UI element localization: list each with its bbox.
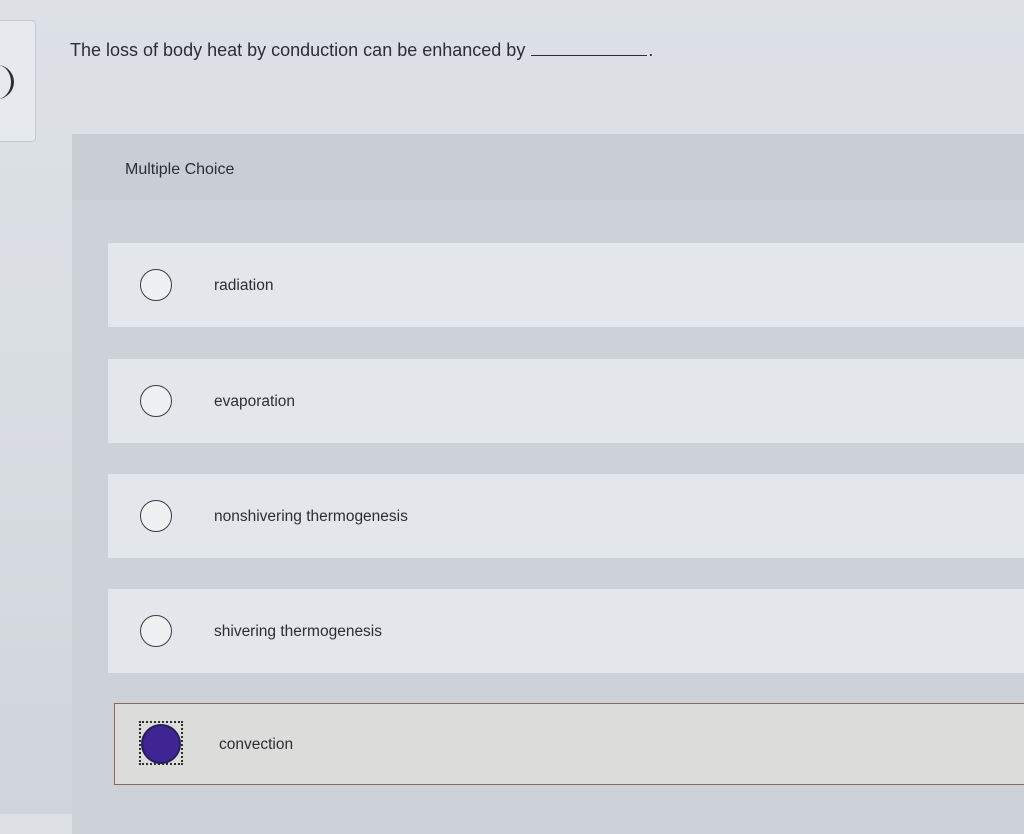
radio-button-icon[interactable]	[140, 615, 172, 647]
radio-button-icon[interactable]	[140, 385, 172, 417]
option-label: nonshivering thermogenesis	[214, 508, 408, 525]
option-nonshivering-thermogenesis[interactable]: nonshivering thermogenesis	[108, 474, 1024, 558]
option-radiation[interactable]: radiation	[108, 243, 1024, 327]
side-panel-tab[interactable]	[0, 20, 36, 142]
option-label: evaporation	[214, 393, 296, 410]
answer-blank	[531, 43, 648, 56]
option-label: radiation	[214, 277, 274, 294]
question-text: The loss of body heat by conduction can …	[70, 40, 653, 61]
multiple-choice-label: Multiple Choice	[125, 161, 235, 178]
radio-button-icon[interactable]	[140, 500, 172, 532]
option-label: convection	[219, 736, 294, 753]
parenthesis-icon	[0, 65, 14, 99]
question-prompt: The loss of body heat by conduction can …	[70, 40, 526, 60]
option-evaporation[interactable]: evaporation	[108, 359, 1024, 443]
option-label: shivering thermogenesis	[214, 623, 383, 640]
radio-button-selected-icon[interactable]	[141, 724, 181, 764]
question-period: .	[648, 40, 654, 60]
multiple-choice-header: Multiple Choice	[72, 134, 1024, 200]
option-shivering-thermogenesis[interactable]: shivering thermogenesis	[108, 589, 1024, 673]
option-convection[interactable]: convection	[114, 703, 1024, 785]
radio-button-icon[interactable]	[140, 269, 172, 301]
